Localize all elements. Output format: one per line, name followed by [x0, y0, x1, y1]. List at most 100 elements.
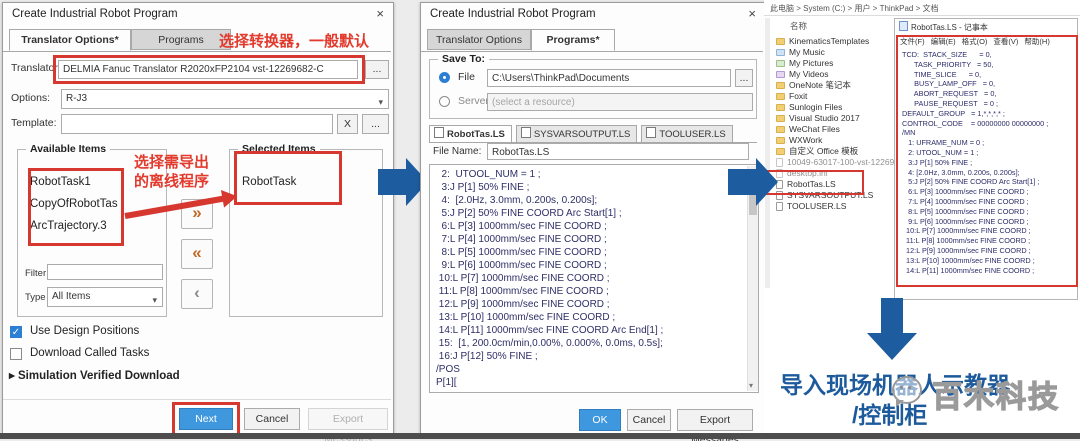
export-messages-button[interactable]: Export Messages	[677, 409, 753, 431]
file-row[interactable]: 自定义 Office 模板	[776, 146, 892, 157]
available-items-title: Available Items	[26, 143, 110, 155]
options-dropdown[interactable]: R-J3 ▾	[61, 89, 389, 109]
template-clear-button[interactable]: X	[337, 114, 358, 134]
dialog-title: Create Industrial Robot Program	[12, 8, 178, 20]
folder-icon	[776, 38, 785, 45]
use-design-positions-checkbox[interactable]: ✓	[10, 326, 22, 338]
notepad-menu-item[interactable]: 格式(O)	[962, 37, 988, 46]
folder-icon	[776, 93, 785, 100]
server-radio[interactable]	[439, 96, 450, 107]
breadcrumb[interactable]: 此电脑 > System (C:) > 用户 > ThinkPad > 文档	[770, 3, 939, 14]
file-row[interactable]: OneNote 笔记本	[776, 80, 892, 91]
template-browse-button[interactable]: ...	[362, 114, 389, 134]
folder-icon	[776, 148, 785, 155]
close-icon[interactable]: ×	[376, 6, 384, 21]
notepad-code-line: 7:L P[4] 1000mm/sec FINE COORD ;	[902, 197, 1048, 207]
file-row[interactable]: My Pictures	[776, 58, 892, 69]
save-path-input[interactable]: C:\Users\ThinkPad\Documents	[487, 69, 731, 87]
save-to-title: Save To:	[438, 53, 489, 65]
file-row[interactable]: 10049-63017-100-vst-12269682	[776, 157, 892, 168]
program-file-tabs: RobotTas.LS SYSVARSOUTPUT.LSTOOLUSER.LS	[429, 124, 757, 143]
file-explorer-panel: 此电脑 > System (C:) > 用户 > ThinkPad > 文档 名…	[764, 0, 1080, 433]
code-line: 11:L P[8] 1000mm/sec FINE COORD ;	[436, 285, 663, 298]
code-line: 14:L P[11] 1000mm/sec FINE COORD Arc End…	[436, 324, 663, 337]
scrollbar[interactable]	[765, 18, 770, 288]
file-name: My Music	[789, 47, 825, 58]
code-line: 13:L P[10] 1000mm/sec FINE COORD ;	[436, 311, 663, 324]
notepad-code-line: PAUSE_REQUEST = 0 ;	[902, 99, 1048, 109]
annotation-export-note: 选择需导出 的离线程序	[134, 153, 209, 191]
document-icon	[521, 127, 531, 138]
file-row[interactable]: TOOLUSER.LS	[776, 201, 892, 212]
file-row[interactable]: WXWork	[776, 135, 892, 146]
notepad-code[interactable]: TCD: STACK_SIZE = 0, TASK_PRIORITY = 50,…	[902, 50, 1048, 275]
file-row[interactable]: Foxit	[776, 91, 892, 102]
file-tab-sysvarsoutput-ls[interactable]: SYSVARSOUTPUT.LS	[516, 125, 637, 142]
filter-input[interactable]	[47, 264, 163, 280]
type-dropdown[interactable]: All Items ▾	[47, 287, 163, 307]
program-code-area[interactable]: 2: UTOOL_NUM = 1 ; 3:J P[1] 50% FINE ; 4…	[429, 164, 759, 393]
cancel-button[interactable]: Cancel	[627, 409, 671, 431]
videos-icon	[776, 71, 785, 78]
notepad-code-line: CONTROL_CODE = 00000000 00000000 ;	[902, 119, 1048, 129]
translator-input[interactable]: DELMIA Fanuc Translator R2020xFP2104 vst…	[58, 60, 358, 79]
workflow-arrow-down	[867, 298, 917, 360]
filter-label: Filter	[25, 268, 46, 279]
notepad-code-line: 1: UFRAME_NUM = 0 ;	[902, 138, 1048, 148]
file-row[interactable]: WeChat Files	[776, 124, 892, 135]
name-column-header[interactable]: 名称	[790, 20, 807, 32]
close-icon[interactable]: ×	[748, 6, 756, 21]
file-tab-tooluser-ls[interactable]: TOOLUSER.LS	[641, 125, 732, 142]
notepad-menu-item[interactable]: 文件(F)	[900, 37, 925, 46]
screenshot-canvas: Create Industrial Robot Program × Transl…	[0, 0, 1080, 441]
chevron-down-icon: ▾	[378, 93, 383, 109]
program-code-lines: 2: UTOOL_NUM = 1 ; 3:J P[1] 50% FINE ; 4…	[436, 168, 663, 389]
selected-items-title: Selected Items	[238, 143, 320, 155]
file-name-input[interactable]: RobotTas.LS	[487, 143, 749, 160]
file-row[interactable]: KinematicsTemplates	[776, 36, 892, 47]
notepad-menubar: 文件(F) 编辑(E) 格式(O) 查看(V) 帮助(H)	[900, 36, 1056, 47]
file-radio[interactable]	[439, 72, 450, 83]
file-radio-label: File	[458, 71, 475, 83]
tab-programs[interactable]: Programs	[131, 29, 231, 50]
selected-item[interactable]: RobotTask	[242, 171, 296, 193]
file-row[interactable]: desktop.ini	[776, 168, 892, 179]
next-button[interactable]: Next	[179, 408, 233, 430]
notepad-title-text: RobotTas.LS - 记事本	[911, 23, 988, 32]
tab-translator-options[interactable]: Translator Options*	[9, 29, 131, 51]
simulation-verified-download-expander[interactable]: ▸ Simulation Verified Download	[9, 368, 180, 382]
move-buttons-column: »«‹	[181, 199, 215, 319]
download-called-tasks-checkbox[interactable]	[10, 348, 22, 360]
move-left-button[interactable]: ‹	[181, 279, 213, 309]
file-name: OneNote 笔记本	[789, 80, 851, 91]
file-row[interactable]: RobotTas.LS	[776, 179, 892, 190]
available-item[interactable]: CopyOfRobotTas	[30, 193, 118, 215]
notepad-menu-item[interactable]: 编辑(E)	[931, 37, 956, 46]
notepad-menu-item[interactable]: 帮助(H)	[1024, 37, 1049, 46]
cancel-button[interactable]: Cancel	[244, 408, 300, 430]
file-name: KinematicsTemplates	[789, 36, 869, 47]
file-row[interactable]: Sunlogin Files	[776, 102, 892, 113]
available-item[interactable]: ArcTrajectory.3	[30, 215, 118, 237]
code-line: /POS	[436, 363, 663, 376]
tab-programs[interactable]: Programs*	[531, 29, 615, 51]
file-row[interactable]: Visual Studio 2017	[776, 113, 892, 124]
save-path-browse-button[interactable]: ...	[735, 69, 753, 87]
scroll-down-icon[interactable]: ▾	[749, 381, 753, 390]
file-tab-label: RobotTas.LS	[447, 129, 505, 140]
folder-icon	[776, 115, 785, 122]
file-name: Visual Studio 2017	[789, 113, 860, 124]
move-all-left-button[interactable]: «	[181, 239, 213, 269]
watermark-text: 百木科技	[932, 372, 1060, 416]
translator-browse-button[interactable]: ...	[365, 60, 389, 79]
notepad-menu-item[interactable]: 查看(V)	[993, 37, 1018, 46]
file-row[interactable]: My Videos	[776, 69, 892, 80]
file-row[interactable]: My Music	[776, 47, 892, 58]
ok-button[interactable]: OK	[579, 409, 621, 431]
available-item[interactable]: RobotTask1	[30, 171, 118, 193]
tab-translator-options[interactable]: Translator Options	[427, 29, 531, 50]
divider	[3, 399, 391, 400]
file-row[interactable]: SYSVARSOUTPUT.LS	[776, 190, 892, 201]
file-tab-robottas-ls[interactable]: RobotTas.LS	[429, 125, 512, 142]
template-input[interactable]	[61, 114, 333, 134]
